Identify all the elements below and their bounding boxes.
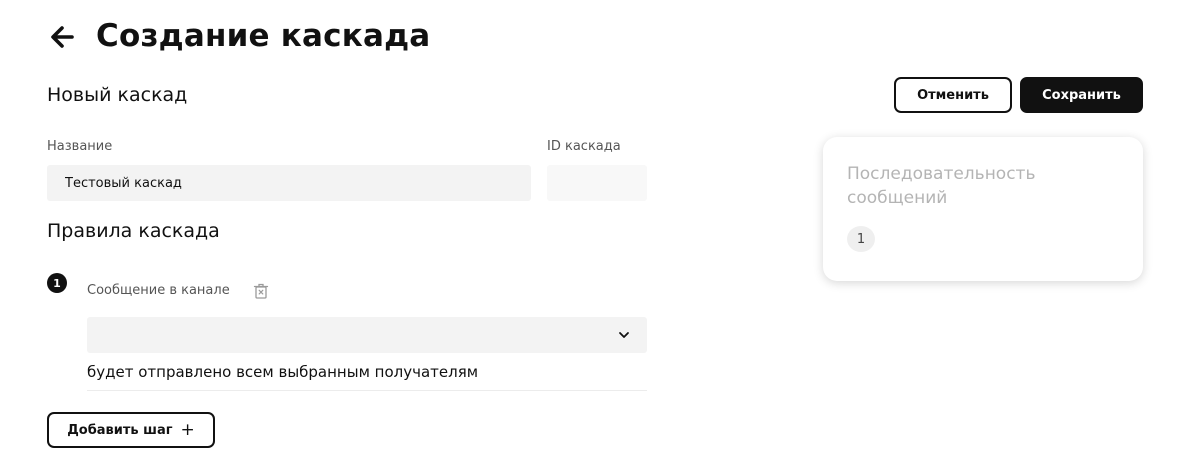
arrow-left-icon — [51, 26, 74, 48]
cancel-button[interactable]: Отменить — [894, 77, 1012, 113]
back-button[interactable] — [47, 22, 77, 52]
step-description: будет отправлено всем выбранным получате… — [87, 363, 479, 381]
name-input[interactable] — [47, 165, 531, 201]
sequence-step-badge[interactable]: 1 — [847, 226, 875, 252]
section-title-rules: Правила каскада — [47, 220, 220, 242]
cascade-id-label: ID каскада — [547, 139, 621, 154]
step-divider — [87, 390, 647, 391]
channel-select[interactable] — [87, 317, 647, 353]
delete-step-button[interactable] — [252, 282, 270, 300]
plus-icon: + — [180, 419, 195, 440]
section-title-new-cascade: Новый каскад — [47, 84, 188, 106]
sequence-card: Последовательность сообщений 1 — [823, 137, 1143, 281]
step-label: Сообщение в канале — [87, 283, 230, 298]
sequence-card-title: Последовательность сообщений — [847, 164, 1036, 208]
cascade-id-input[interactable] — [547, 165, 647, 201]
chevron-down-icon — [619, 332, 629, 338]
name-label: Название — [47, 139, 113, 154]
add-step-button[interactable]: Добавить шаг + — [47, 412, 215, 448]
trash-icon — [253, 283, 269, 299]
page-title: Создание каскада — [96, 18, 431, 54]
add-step-label: Добавить шаг — [67, 422, 173, 438]
save-button[interactable]: Сохранить — [1020, 77, 1143, 113]
step-number-badge: 1 — [47, 273, 67, 293]
